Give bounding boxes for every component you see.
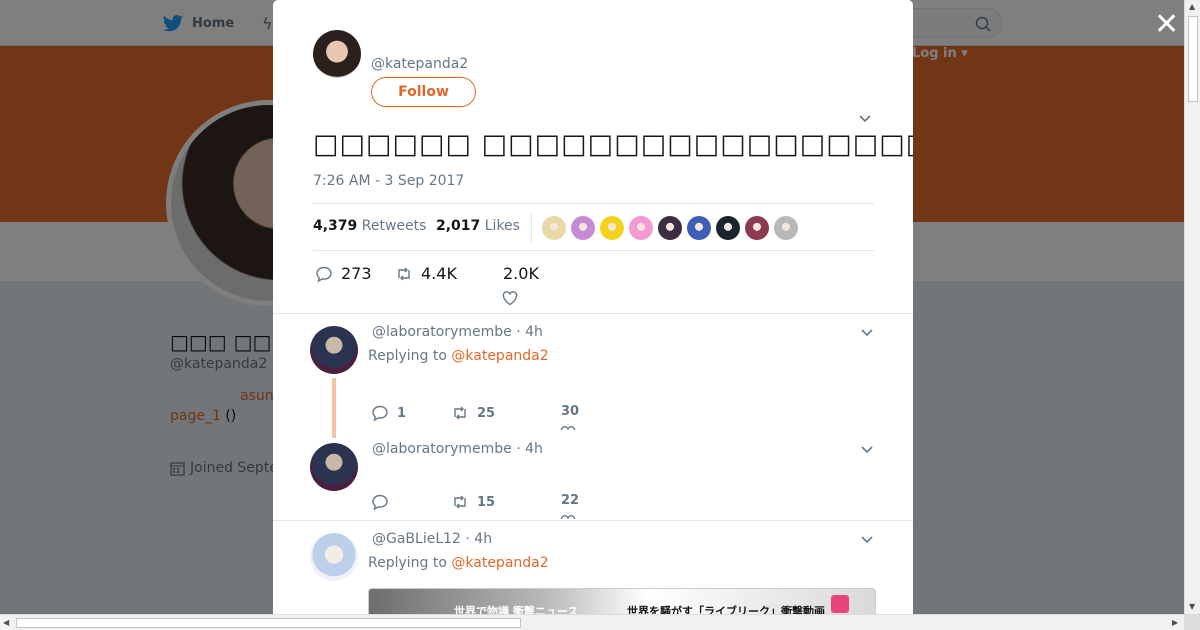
retweet-action[interactable]: 15 bbox=[451, 493, 495, 511]
reply-handle[interactable]: @GaBLieL12 · 4h bbox=[372, 531, 492, 547]
like-count: 22 bbox=[561, 493, 580, 508]
tweet-actions: 273 4.4K 2.0K bbox=[313, 262, 873, 312]
liker-avatar[interactable] bbox=[687, 216, 711, 240]
author-avatar[interactable] bbox=[313, 30, 361, 78]
follow-button[interactable]: Follow bbox=[371, 77, 476, 107]
media-caption-left: 世界で物議 衝撃ニュース bbox=[454, 605, 579, 614]
reply-actions: 15 22 bbox=[371, 493, 871, 519]
reply-handle[interactable]: @laboratorymembe · 4h bbox=[372, 441, 543, 457]
tweet-timestamp[interactable]: 7:26 AM - 3 Sep 2017 bbox=[313, 173, 464, 189]
tweet-text: □□□□□□ □□□□□□□□□□□□□□□□□□□□□□□□□□□□□□□□□… bbox=[313, 129, 913, 160]
thread-connector bbox=[332, 378, 336, 438]
liker-avatar[interactable] bbox=[774, 216, 798, 240]
horizontal-scrollbar[interactable]: ◀ ▶ bbox=[0, 614, 1184, 630]
liker-avatar[interactable] bbox=[716, 216, 740, 240]
liker-avatar[interactable] bbox=[629, 216, 653, 240]
retweet-count: 4.4K bbox=[421, 264, 457, 283]
liker-avatar[interactable] bbox=[542, 216, 566, 240]
tweet-modal: @katepanda2 Follow □□□□□□ □□□□□□□□□□□□□□… bbox=[273, 0, 913, 614]
liker-avatars bbox=[542, 216, 798, 240]
vertical-scroll-thumb[interactable] bbox=[1188, 16, 1198, 102]
liker-avatar[interactable] bbox=[571, 216, 595, 240]
chevron-down-icon[interactable] bbox=[857, 110, 873, 126]
chevron-down-icon[interactable] bbox=[859, 531, 875, 547]
reply-count: 273 bbox=[341, 264, 372, 283]
scroll-down-arrow-icon[interactable]: ▼ bbox=[1189, 602, 1195, 611]
likes-count: 2,017 bbox=[436, 218, 481, 234]
replying-to: Replying to @katepanda2 bbox=[368, 555, 549, 571]
reply-divider bbox=[273, 520, 913, 521]
scrollbar-corner bbox=[1184, 614, 1200, 630]
retweet-icon bbox=[398, 267, 410, 280]
reply-actions: 1 25 30 bbox=[371, 404, 871, 430]
retweet-icon bbox=[454, 495, 466, 509]
reply-handle[interactable]: @laboratorymembe · 4h bbox=[372, 324, 543, 340]
stats-divider bbox=[531, 212, 532, 244]
reply-avatar[interactable] bbox=[310, 326, 358, 374]
heart-icon[interactable] bbox=[559, 513, 577, 519]
like-action[interactable]: 22 bbox=[561, 493, 579, 508]
reply-media-image[interactable]: 世界で物議 衝撃ニュース 世界を騒がす「ライブリーク」衝撃動画 bbox=[368, 588, 876, 614]
reply-icon bbox=[372, 405, 388, 422]
chevron-down-icon[interactable] bbox=[859, 324, 875, 340]
reply-icon bbox=[372, 494, 388, 511]
retweet-action[interactable]: 4.4K bbox=[395, 264, 457, 283]
reply-avatar[interactable] bbox=[310, 533, 358, 581]
retweet-count: 15 bbox=[477, 494, 496, 510]
like-count: 30 bbox=[561, 404, 580, 419]
replying-to: Replying to @katepanda2 bbox=[368, 348, 549, 364]
chevron-down-icon[interactable] bbox=[859, 441, 875, 457]
reply-action[interactable]: 1 bbox=[371, 404, 406, 422]
scroll-up-arrow-icon[interactable]: ▲ bbox=[1189, 2, 1195, 11]
like-action[interactable]: 30 bbox=[561, 404, 579, 419]
media-caption-right: 世界を騒がす「ライブリーク」衝撃動画 bbox=[627, 605, 825, 614]
reply-avatar[interactable] bbox=[310, 443, 358, 491]
like-count: 2.0K bbox=[503, 264, 539, 283]
replying-to-link[interactable]: @katepanda2 bbox=[451, 555, 548, 571]
close-icon[interactable]: ✕ bbox=[1154, 10, 1179, 40]
replying-prefix: Replying to bbox=[368, 555, 452, 571]
reply-icon bbox=[316, 266, 332, 282]
tweet-stats: 4,379 Retweets 2,017 Likes bbox=[313, 203, 874, 251]
media-decoration bbox=[831, 595, 849, 613]
author-handle[interactable]: @katepanda2 bbox=[371, 56, 468, 72]
retweets-count: 4,379 bbox=[313, 218, 358, 234]
vertical-scrollbar[interactable]: ▲ ▼ bbox=[1184, 0, 1200, 614]
like-count-label: 2.0K bbox=[503, 264, 539, 283]
reply-action[interactable]: 273 bbox=[315, 264, 372, 283]
replying-to-link[interactable]: @katepanda2 bbox=[451, 348, 548, 364]
retweets-stat[interactable]: 4,379 Retweets bbox=[313, 218, 426, 234]
likes-label: Likes bbox=[484, 218, 520, 234]
horizontal-scroll-thumb[interactable] bbox=[16, 618, 521, 628]
liker-avatar[interactable] bbox=[600, 216, 624, 240]
reply-count: 1 bbox=[397, 405, 407, 421]
replying-prefix: Replying to bbox=[368, 348, 452, 364]
heart-icon[interactable] bbox=[501, 289, 519, 307]
reply-action[interactable] bbox=[371, 493, 397, 511]
retweet-action[interactable]: 25 bbox=[451, 404, 495, 422]
liker-avatar[interactable] bbox=[658, 216, 682, 240]
retweets-label: Retweets bbox=[361, 218, 427, 234]
liker-avatar[interactable] bbox=[745, 216, 769, 240]
scroll-left-arrow-icon[interactable]: ◀ bbox=[3, 618, 9, 627]
scroll-right-arrow-icon[interactable]: ▶ bbox=[1172, 618, 1178, 627]
retweet-count: 25 bbox=[477, 405, 496, 421]
heart-icon[interactable] bbox=[559, 424, 577, 430]
likes-stat[interactable]: 2,017 Likes bbox=[436, 218, 520, 234]
retweet-icon bbox=[454, 406, 466, 420]
replies-divider bbox=[273, 313, 913, 314]
